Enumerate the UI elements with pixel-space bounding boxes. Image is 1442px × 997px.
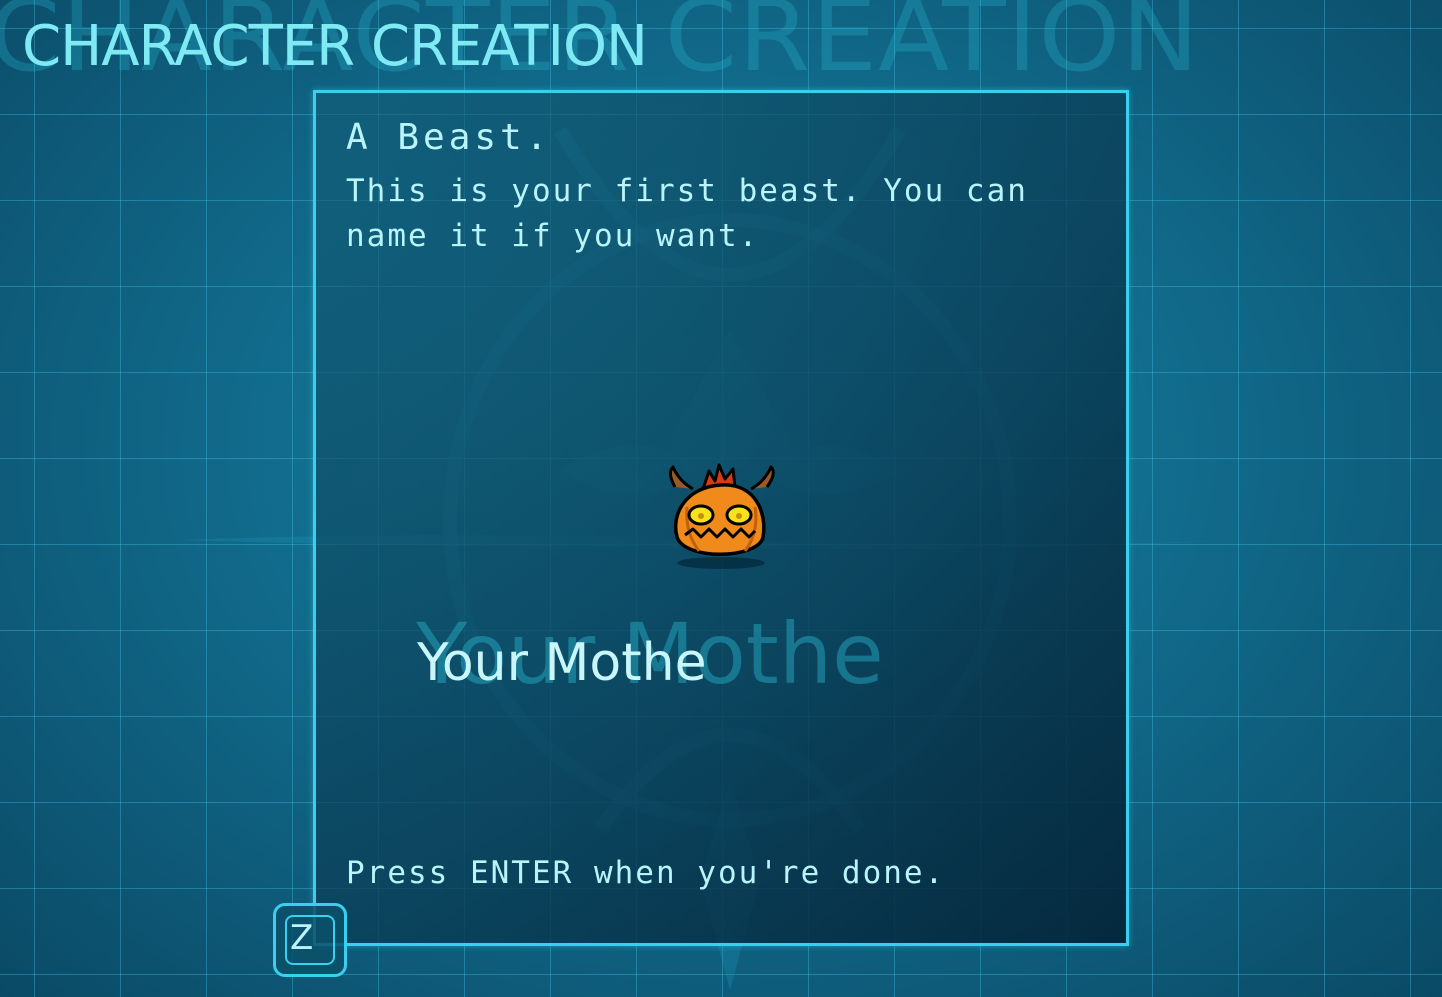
panel-heading: A Beast. — [346, 117, 552, 158]
page-title: CHARACTER CREATION — [22, 14, 648, 79]
z-key-button[interactable]: Z — [273, 903, 347, 977]
enter-instruction: Press ENTER when you're done. — [346, 855, 946, 891]
horned-pumpkin-beast-icon — [668, 463, 775, 569]
game-scene: CHARACTER CREATION CHARACTER CREATION A … — [0, 0, 1442, 997]
beast-name-input[interactable] — [417, 631, 917, 695]
panel-description: This is your first beast. You can name i… — [346, 173, 1028, 254]
beast-naming-panel: A Beast. This is your first beast. You c… — [313, 90, 1129, 946]
z-key-label: Z — [290, 918, 314, 958]
